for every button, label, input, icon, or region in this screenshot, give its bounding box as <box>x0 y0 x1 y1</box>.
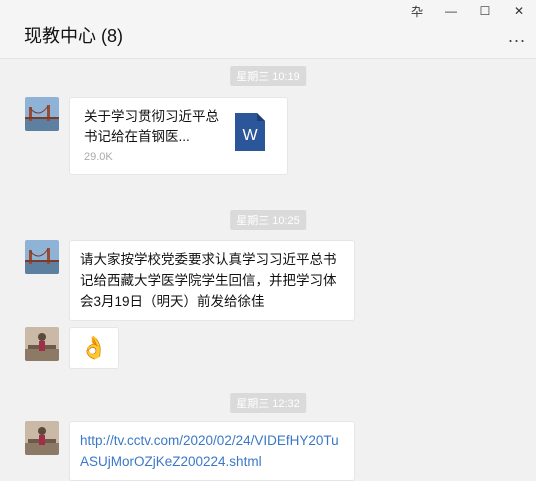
emoji-message[interactable]: 👌 <box>69 327 119 369</box>
window-controls: 卆 — ☐ ✕ <box>400 0 536 22</box>
timestamp: 星期三 10:25 <box>230 210 306 230</box>
message-text: 请大家按学校党委要求认真学习习近平总书记给西藏大学医学院学生回信，并把学习体会3… <box>80 252 337 309</box>
avatar[interactable] <box>25 327 59 361</box>
close-button[interactable]: ✕ <box>502 0 536 22</box>
avatar[interactable] <box>25 97 59 131</box>
file-message[interactable]: 关于学习贯彻习近平总书记给在首钢医... 29.0K W <box>69 97 288 175</box>
avatar-person-image <box>25 327 59 361</box>
maximize-button[interactable]: ☐ <box>468 0 502 22</box>
message-list: 星期三 10:19 关于学习贯彻习近平总书记给在首钢医... 29.0K W 星… <box>0 59 536 481</box>
word-file-icon: W <box>235 113 265 156</box>
pin-button[interactable]: 卆 <box>400 0 434 22</box>
avatar-person-image <box>25 421 59 455</box>
chat-header: 现教中心 (8) 卆 — ☐ ✕ ... <box>0 0 536 59</box>
more-options-button[interactable]: ... <box>508 26 526 47</box>
avatar[interactable] <box>25 421 59 455</box>
timestamp: 星期三 12:32 <box>230 393 306 413</box>
file-size: 29.0K <box>84 151 113 163</box>
minimize-button[interactable]: — <box>434 0 468 22</box>
timestamp: 星期三 10:19 <box>230 66 306 86</box>
avatar-bridge-image <box>25 97 59 131</box>
text-message[interactable]: 请大家按学校党委要求认真学习习近平总书记给西藏大学医学院学生回信，并把学习体会3… <box>69 240 355 321</box>
link-message[interactable]: http://tv.cctv.com/2020/02/24/VIDEfHY20T… <box>69 421 355 481</box>
message-link[interactable]: http://tv.cctv.com/2020/02/24/VIDEfHY20T… <box>80 433 339 469</box>
chat-title: 现教中心 (8) <box>24 26 123 46</box>
avatar-bridge-image <box>25 240 59 274</box>
ok-hand-emoji: 👌 <box>80 335 108 360</box>
file-name: 关于学习贯彻习近平总书记给在首钢医... <box>84 109 219 144</box>
svg-text:W: W <box>242 127 258 144</box>
avatar[interactable] <box>25 240 59 274</box>
